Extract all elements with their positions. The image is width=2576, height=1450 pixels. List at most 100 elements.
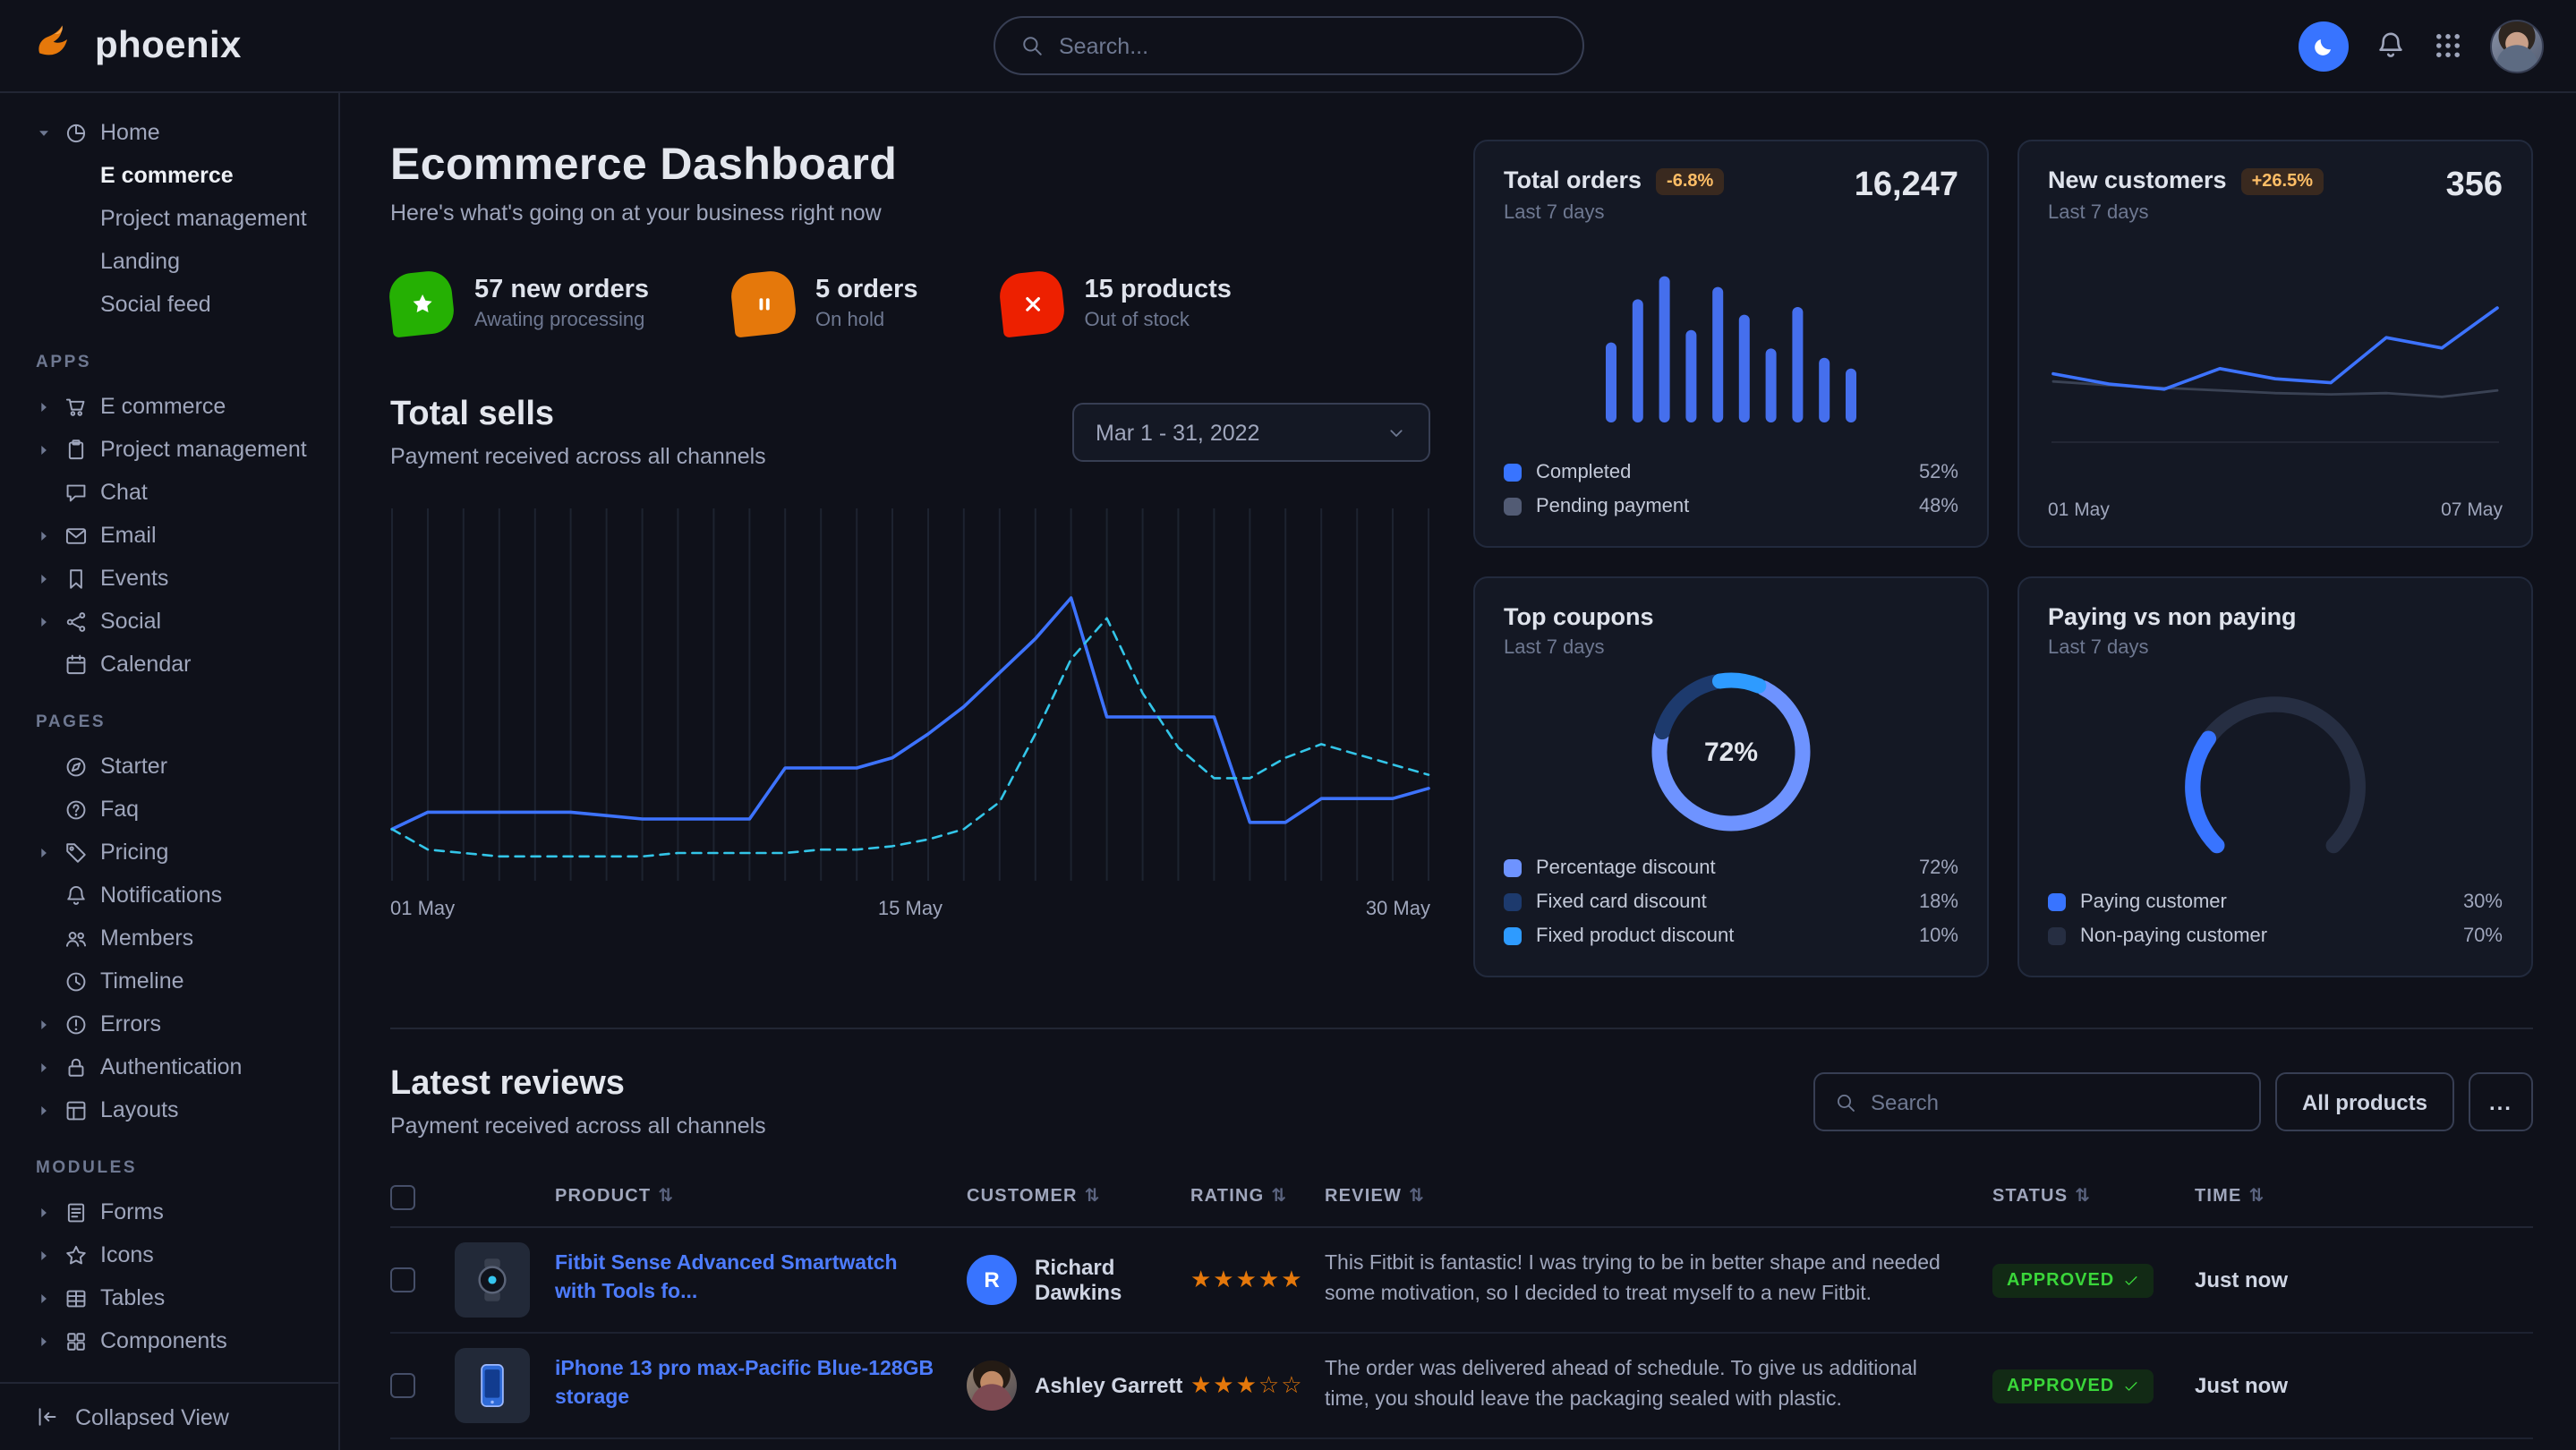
sidebar-item-label: Layouts [100,1097,179,1122]
sidebar-item-tables[interactable]: Tables [36,1276,328,1319]
sidebar-item-label: Components [100,1328,227,1353]
legend-label: Percentage discount [1536,857,1716,878]
user-avatar[interactable] [2490,19,2544,72]
collapsed-view-button[interactable]: Collapsed View [0,1382,338,1450]
sidebar-subitem-e-commerce[interactable]: E commerce [36,154,328,197]
legend-item: Fixed card discount 18% [1504,886,1958,917]
paying-vs-nonpaying-card: Paying vs non paying Last 7 days Paying … [2017,576,2533,977]
sidebar-item-icons[interactable]: Icons [36,1233,328,1276]
collapsed-view-label: Collapsed View [75,1404,229,1429]
select-all-checkbox[interactable] [390,1184,415,1209]
total-sells-chart [390,505,1430,884]
row-checkbox[interactable] [390,1267,415,1292]
puzzle-icon [64,1329,88,1352]
reviews-search[interactable] [1813,1072,2261,1131]
sort-icon: ⇅ [1409,1187,1425,1207]
legend-label: Fixed card discount [1536,891,1707,912]
question-icon [64,798,88,821]
caret-icon [36,844,52,860]
theme-toggle-button[interactable] [2299,21,2349,71]
date-range-select[interactable]: Mar 1 - 31, 2022 [1072,403,1430,462]
moon-icon [2311,33,2336,58]
column-header-status[interactable]: STATUS⇅ [1992,1187,2195,1207]
apps-grid-icon[interactable] [2433,30,2463,61]
card-title: Paying vs non paying [2048,603,2297,630]
column-header-review[interactable]: REVIEW⇅ [1325,1187,1992,1207]
customer-cell: Ashley Garrett [967,1360,1190,1411]
rating-stars: ★★★★★ [1190,1266,1325,1294]
stat-caption: Out of stock [1085,310,1232,331]
sidebar-item-components[interactable]: Components [36,1319,328,1362]
reviews-search-input[interactable] [1871,1089,2239,1114]
stat-on-hold: 5 orders On hold [731,272,917,335]
sidebar-item-notifications[interactable]: Notifications [36,874,328,917]
main-content: Ecommerce Dashboard Here's what's going … [340,93,2576,1450]
sidebar-item-home[interactable]: Home [36,111,328,154]
sidebar-item-pricing[interactable]: Pricing [36,831,328,874]
total-orders-value: 16,247 [1855,166,1958,206]
bookmark-icon [64,567,88,590]
sidebar-item-timeline[interactable]: Timeline [36,960,328,1002]
sidebar-subitem-social-feed[interactable]: Social feed [36,283,328,326]
sidebar-item-email[interactable]: Email [36,514,328,557]
new-customers-value: 356 [2446,166,2503,206]
row-checkbox[interactable] [390,1373,415,1398]
column-label: TIME [2195,1187,2242,1207]
column-header-customer[interactable]: CUSTOMER⇅ [967,1187,1190,1207]
product-link[interactable]: Fitbit Sense Advanced Smartwatch with To… [555,1252,967,1308]
mail-icon [64,524,88,547]
sidebar-item-starter[interactable]: Starter [36,745,328,788]
sidebar-item-errors[interactable]: Errors [36,1002,328,1045]
customer-avatar: R [967,1255,1017,1305]
date-range-value: Mar 1 - 31, 2022 [1096,420,1259,445]
sidebar-item-chat[interactable]: Chat [36,471,328,514]
sidebar-item-calendar[interactable]: Calendar [36,643,328,686]
starFill-icon [409,291,434,316]
sidebar-subitem-project-management[interactable]: Project management [36,197,328,240]
star-icon [64,1243,88,1267]
column-header-rating[interactable]: RATING⇅ [1190,1187,1325,1207]
sidebar-item-social[interactable]: Social [36,600,328,643]
total-orders-card: Total orders-6.8% Last 7 days 16,247 Com… [1473,140,1989,548]
table-row [390,1439,2533,1450]
sidebar-item-layouts[interactable]: Layouts [36,1088,328,1131]
sidebar-item-e-commerce[interactable]: E commerce [36,385,328,428]
sidebar-item-label: Pricing [100,840,168,865]
new-customers-badge: +26.5% [2241,168,2324,195]
global-search[interactable] [993,16,1583,75]
donut-center-value: 72% [1642,662,1821,841]
caret-icon [36,613,52,629]
sidebar-item-forms[interactable]: Forms [36,1190,328,1233]
compass-icon [64,755,88,778]
more-options-button[interactable]: ... [2469,1072,2533,1131]
sidebar-item-authentication[interactable]: Authentication [36,1045,328,1088]
sidebar-item-label: Icons [100,1242,154,1267]
sidebar-section-label: APPS [36,353,328,372]
rating-stars: ★★★☆☆ [1190,1371,1325,1400]
status-label: APPROVED [2007,1270,2114,1290]
sidebar-item-label: Members [100,925,193,951]
sidebar-item-members[interactable]: Members [36,917,328,960]
legend-label: Fixed product discount [1536,925,1734,946]
sidebar-item-faq[interactable]: Faq [36,788,328,831]
legend-value: 10% [1919,925,1958,946]
notifications-bell-icon[interactable] [2376,30,2406,61]
sidebar-item-label: Tables [100,1285,165,1310]
latest-reviews-section: Latest reviews Payment received across a… [390,1028,2533,1450]
sidebar-item-project-management[interactable]: Project management [36,428,328,471]
caret-icon [36,527,52,543]
product-link[interactable]: iPhone 13 pro max-Pacific Blue-128GB sto… [555,1358,967,1413]
sidebar-item-events[interactable]: Events [36,557,328,600]
caret-icon [36,1333,52,1349]
grid9-icon [2433,30,2463,61]
search-input[interactable] [1059,33,1557,58]
total-sells-title: Total sells [390,396,766,435]
card-period: Last 7 days [1504,637,1654,659]
sidebar-subitem-landing[interactable]: Landing [36,240,328,283]
column-header-product[interactable]: PRODUCT⇅ [555,1187,967,1207]
caret-icon [36,1290,52,1306]
brand-name: phoenix [95,24,242,67]
all-products-button[interactable]: All products [2275,1072,2454,1131]
brand[interactable]: phoenix [32,20,242,72]
column-header-time[interactable]: TIME⇅ [2195,1187,2533,1207]
